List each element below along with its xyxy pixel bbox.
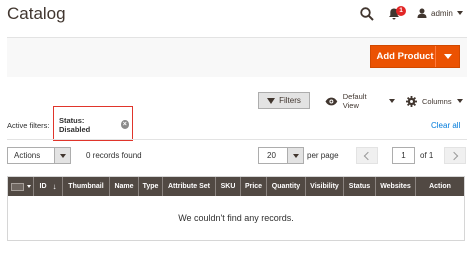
mass-select-column[interactable] (8, 177, 34, 196)
mass-actions-toggle[interactable] (54, 148, 70, 163)
column-header-status[interactable]: Status (344, 177, 376, 196)
columns-label: Columns (422, 96, 452, 106)
mass-actions-label: Actions (14, 151, 41, 160)
gear-icon (406, 95, 417, 107)
view-switcher[interactable]: Default View (325, 92, 395, 110)
chevron-down-icon (456, 11, 463, 15)
column-header-name[interactable]: Name (110, 177, 139, 196)
page-title: Catalog (7, 4, 66, 23)
view-label: Default View (342, 92, 367, 110)
remove-filter-icon[interactable]: × (120, 120, 129, 129)
search-icon[interactable] (360, 7, 374, 21)
eye-icon (325, 97, 338, 105)
column-header-type[interactable]: Type (139, 177, 163, 196)
product-grid: ID ↓ Thumbnail Name Type Attribute Set S… (7, 176, 465, 241)
column-header-websites[interactable]: Websites (376, 177, 416, 196)
sort-arrow-icon: ↓ (52, 182, 57, 191)
chevron-down-icon (59, 153, 66, 158)
column-header-attribute-set[interactable]: Attribute Set (163, 177, 216, 196)
next-page-button[interactable] (444, 147, 466, 164)
column-header-id[interactable]: ID ↓ (34, 177, 63, 196)
chevron-down-icon (456, 99, 463, 103)
active-filter-chip-label: Status: Disabled (59, 115, 91, 134)
column-header-thumbnail[interactable]: Thumbnail (63, 177, 110, 196)
column-header-label: ID (39, 183, 47, 190)
empty-grid-message: We couldn't find any records. (8, 196, 464, 240)
user-name: admin (431, 8, 453, 18)
mass-select-checkbox[interactable] (10, 182, 24, 191)
page-number-input[interactable]: 1 (392, 147, 415, 164)
chevron-right-icon (449, 151, 459, 160)
mass-actions-dropdown[interactable]: Actions (7, 147, 71, 164)
notifications-button[interactable]: 1 (387, 6, 406, 23)
column-header-sku[interactable]: SKU (216, 177, 241, 196)
filters-label: Filters (279, 96, 301, 105)
column-header-price[interactable]: Price (241, 177, 267, 196)
table-header-row: ID ↓ Thumbnail Name Type Attribute Set S… (8, 177, 464, 196)
add-product-dropdown-toggle[interactable] (436, 54, 459, 59)
per-page-value: 20 (267, 151, 276, 160)
previous-page-button[interactable] (356, 147, 378, 164)
chevron-down-icon (26, 185, 31, 188)
filters-button[interactable]: Filters (258, 92, 310, 109)
clear-all-link[interactable]: Clear all (431, 121, 460, 130)
add-product-label: Add Product (376, 51, 434, 62)
per-page-label: per page (307, 151, 339, 160)
user-menu[interactable]: admin (417, 6, 472, 20)
chevron-down-icon (443, 54, 452, 59)
columns-control[interactable]: Columns (406, 94, 466, 108)
notification-count-badge: 1 (396, 6, 406, 16)
column-header-quantity[interactable]: Quantity (267, 177, 306, 196)
page-total-label: of 1 (420, 151, 434, 160)
divider (7, 139, 467, 140)
active-filter-chip: Status: Disabled × (59, 116, 129, 134)
chevron-left-icon (363, 151, 373, 160)
records-found: 0 records found (86, 151, 142, 160)
chevron-down-icon (292, 153, 299, 158)
per-page-toggle[interactable] (287, 148, 303, 163)
per-page-select[interactable]: 20 (258, 147, 304, 164)
active-filters-label: Active filters: (7, 121, 50, 130)
filter-icon (267, 97, 276, 104)
add-product-button[interactable]: Add Product (370, 45, 460, 68)
chevron-down-icon (389, 99, 395, 103)
user-icon (417, 8, 427, 18)
column-header-action: Action (429, 183, 451, 190)
column-header-visibility[interactable]: Visibility (306, 177, 344, 196)
